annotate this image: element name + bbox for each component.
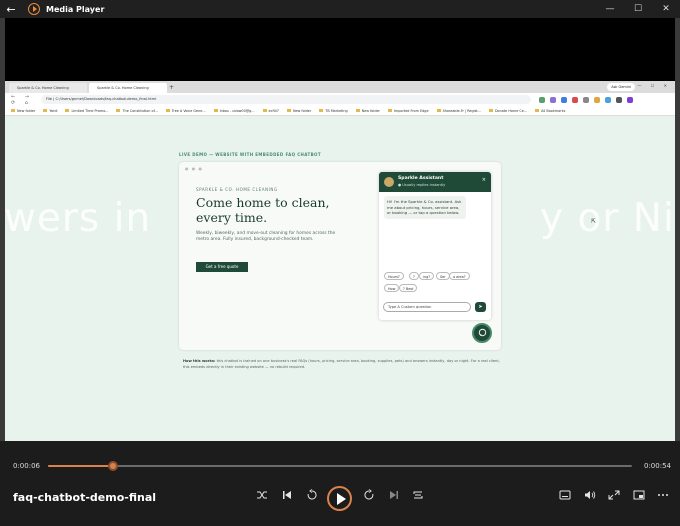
profile-avatar (627, 96, 633, 103)
browser-window-controls: — ☐ ✕ (637, 83, 671, 88)
how-it-works-note: How this works: this chatbot is trained … (183, 359, 503, 371)
chatbot-widget: Sparkle Assistant ● Usually replies inst… (379, 172, 491, 320)
browser-nav-icons: ← → ⟳ ⌂ (11, 93, 33, 106)
player-controls: 0:00:06 0:00:54 faq-chatbot-demo-final (0, 441, 680, 526)
fullscreen-icon[interactable] (607, 490, 621, 503)
free-quote-button: Get a free quote (196, 262, 248, 272)
chat-input: Type A Custom question (383, 302, 471, 312)
browser-tab-strip: Sparkle & Co. Home Cleaning Sparkle & Co… (5, 81, 675, 93)
rewind-10-icon[interactable] (305, 489, 319, 504)
live-demo-label: LIVE DEMO — WEBSITE WITH EMBEDDED FAQ CH… (179, 152, 321, 157)
hero-headline: Come home to clean, every time. (196, 195, 330, 225)
desktop-edge-right (675, 18, 680, 441)
extension-icon (572, 96, 578, 103)
assistant-avatar (384, 177, 394, 187)
minimize-button[interactable]: — (596, 0, 624, 18)
quick-question-chip: How (384, 284, 400, 292)
previous-icon[interactable] (280, 489, 294, 504)
next-icon[interactable] (387, 489, 401, 504)
bookmarks-bar: New folder Yardi Limited Time Promo... T… (5, 106, 675, 116)
close-button[interactable]: ✕ (652, 0, 680, 18)
browser-address-bar: ← → ⟳ ⌂ File | C:/Users/gnmel/Downloads/… (5, 93, 675, 106)
howto-label: How this works: (183, 359, 216, 363)
bookmark: New folder (287, 109, 311, 113)
assistant-status: ● Usually replies instantly (398, 183, 446, 187)
bookmark: New folder (356, 109, 380, 113)
bookmark: Imported From Edge (388, 109, 429, 113)
title-bar: ← Media Player — ☐ ✕ (0, 0, 680, 18)
extension-icon (539, 96, 545, 103)
window-dots: ● ● ● (185, 166, 204, 171)
seek-bar[interactable] (48, 461, 632, 471)
extension-icon (561, 96, 567, 103)
assistant-message: Hi! I'm the Sparkle & Co. assistant. Ask… (384, 196, 466, 219)
extension-icons (539, 96, 633, 103)
media-player-app-icon (28, 3, 40, 15)
browser-tab: Sparkle & Co. Home Cleaning (9, 83, 87, 93)
url-prefix: File (46, 97, 53, 101)
brand-name: SPARKLE & CO. HOME CLEANING (196, 187, 278, 192)
more-icon[interactable] (656, 490, 670, 503)
browser-tab-active: Sparkle & Co. Home Cleaning (89, 83, 167, 93)
seek-bar-thumb[interactable] (107, 461, 118, 471)
new-tab-icon: + (169, 84, 175, 91)
extension-icon (550, 96, 556, 103)
play-button[interactable] (327, 486, 352, 511)
total-time: 0:00:54 (644, 462, 671, 470)
extension-icon (605, 96, 611, 103)
media-player-window: ← Media Player — ☐ ✕ Sparkle & Co. Home … (0, 0, 680, 526)
chat-bubble-icon (472, 323, 492, 343)
assistant-name: Sparkle Assistant (398, 176, 444, 181)
volume-icon[interactable] (583, 490, 597, 503)
bookmark: New folder (11, 109, 35, 113)
bookmark: Yardi (43, 109, 57, 113)
repeat-icon[interactable] (411, 489, 425, 504)
extension-icon (616, 96, 622, 103)
bookmark: TB Marketing (319, 109, 347, 113)
bookmark: Shareable-Fr | Regist... (437, 109, 481, 113)
quick-question-chip: ? (409, 272, 419, 280)
browser-url: File | C:/Users/gnmel/Downloads/faq-chat… (41, 95, 531, 104)
bookmark: Limited Time Promo... (65, 109, 108, 113)
quick-question-chip: a area? (449, 272, 470, 280)
bookmark: Tree A Voice Gene... (166, 109, 206, 113)
mini-player-icon[interactable] (632, 490, 646, 503)
bookmark: The Constitution of... (116, 109, 157, 113)
quick-question-chip: Hours? (384, 272, 404, 280)
subtitles-icon[interactable] (558, 490, 572, 503)
quick-question-chip: Ser (436, 272, 450, 280)
bookmark: Inbox - udow00@g... (214, 109, 255, 113)
ask-gemini-button: Ask Gemini (607, 83, 635, 91)
shuffle-icon[interactable] (255, 489, 269, 504)
all-bookmarks: All Bookmarks (535, 109, 565, 113)
extension-icon (583, 96, 589, 103)
quick-question-chip: ing? (419, 272, 435, 280)
recorded-browser: Sparkle & Co. Home Cleaning Sparkle & Co… (5, 81, 675, 441)
window-title: Media Player (46, 4, 105, 14)
web-page: LIVE DEMO — WEBSITE WITH EMBEDDED FAQ CH… (5, 116, 675, 441)
forward-30-icon[interactable] (362, 489, 376, 504)
howto-text: this chatbot is trained on one business'… (183, 359, 500, 369)
window-controls: — ☐ ✕ (596, 0, 680, 18)
chat-header: Sparkle Assistant ● Usually replies inst… (379, 172, 491, 192)
url-text: C:/Users/gnmel/Downloads/faq-chatbot-dem… (55, 97, 157, 101)
hero-description: Weekly, biweekly, and move-out cleaning … (196, 231, 336, 243)
extension-icon (594, 96, 600, 103)
bookmark: ecfi47 (263, 109, 279, 113)
bookmark: Donate Home Ce... (489, 109, 527, 113)
quick-question-chip: ? Best (399, 284, 418, 292)
chat-close-icon: × (481, 177, 486, 183)
media-title: faq-chatbot-demo-final (13, 491, 157, 504)
back-button[interactable]: ← (0, 3, 22, 16)
demo-site-card: ● ● ● SPARKLE & CO. HOME CLEANING Come h… (179, 162, 501, 350)
caption-text-left: wers in (4, 196, 152, 241)
send-icon: ➤ (475, 302, 486, 312)
maximize-button[interactable]: ☐ (624, 0, 652, 18)
current-time: 0:00:06 (13, 462, 40, 470)
seek-bar-fill (48, 465, 113, 467)
caption-text-right: y or Ni (540, 196, 675, 241)
